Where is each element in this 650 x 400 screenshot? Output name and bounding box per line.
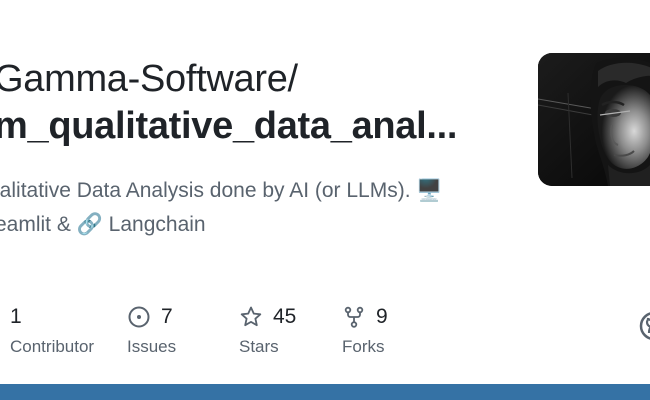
repo-forked-icon xyxy=(342,305,366,329)
language-bar xyxy=(0,384,650,400)
stat-forks[interactable]: 9 Forks xyxy=(342,303,388,357)
issues-label: Issues xyxy=(127,337,177,356)
issue-opened-icon xyxy=(127,305,151,329)
contributors-label: Contributor xyxy=(10,337,95,356)
github-logo-icon xyxy=(639,311,650,341)
stat-stars[interactable]: 45 Stars xyxy=(239,303,296,357)
star-icon xyxy=(239,305,263,329)
stat-contributors[interactable]: 1 Contributor xyxy=(10,303,94,357)
contributors-count: 1 xyxy=(10,305,22,328)
repo-description-line-1: ualitative Data Analysis done by AI (or … xyxy=(0,179,443,202)
forks-label: Forks xyxy=(342,337,385,356)
repo-name[interactable]: m_qualitative_data_anal... xyxy=(0,105,457,148)
stat-issues[interactable]: 7 Issues xyxy=(127,303,176,357)
repo-owner[interactable]: Gamma-Software/ xyxy=(0,58,298,101)
issues-count: 7 xyxy=(161,305,173,328)
forks-count: 9 xyxy=(376,305,388,328)
repo-description-line-2: reamlit & 🔗 Langchain xyxy=(0,213,206,236)
stars-label: Stars xyxy=(239,337,279,356)
repo-description: ualitative Data Analysis done by AI (or … xyxy=(0,174,488,242)
repo-stats: 1 Contributor 7 Issues 45 Stars 9 Forks xyxy=(0,303,650,363)
owner-avatar[interactable] xyxy=(538,53,650,186)
repo-social-card: Gamma-Software/ m_qualitative_data_anal.… xyxy=(0,0,650,400)
stars-count: 45 xyxy=(273,305,297,328)
avatar-photo xyxy=(538,53,650,186)
